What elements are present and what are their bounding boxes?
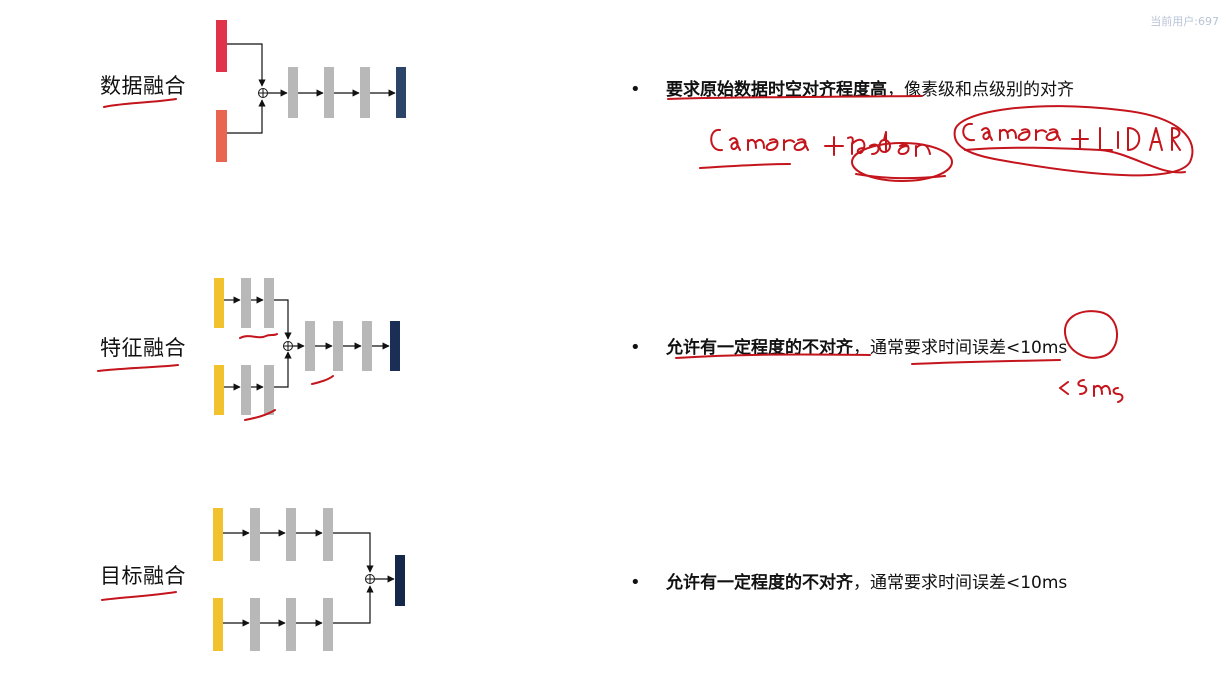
fusion-node [283, 341, 293, 351]
text-underline [667, 95, 923, 100]
connector [227, 43, 266, 87]
handwritten-annotations [97, 95, 1194, 601]
fusion-diagrams [97, 20, 1194, 651]
layer-block [360, 67, 370, 118]
output-block [395, 555, 405, 606]
output-block [390, 321, 400, 371]
layer-block [323, 508, 333, 561]
fusion-node [258, 88, 268, 98]
layer-block [250, 508, 260, 561]
text-underline [911, 359, 1061, 365]
layer-block [286, 508, 296, 561]
label-underline [103, 98, 177, 108]
connector [274, 351, 292, 388]
connector [333, 532, 374, 573]
input-block [213, 598, 223, 651]
layer-block [264, 278, 274, 328]
label-underline [101, 591, 177, 601]
connector [227, 99, 266, 134]
layer-block [305, 321, 315, 371]
layer-block [241, 365, 251, 415]
layer-block [323, 598, 333, 651]
layer-block [250, 598, 260, 651]
circle-lidar [953, 105, 1194, 177]
diagram-mark [311, 375, 334, 385]
handwriting-underline [699, 163, 791, 169]
handwriting-camera-lidar [962, 122, 1181, 151]
circle-radar [851, 142, 953, 182]
layer-block [288, 67, 298, 118]
layer-block [286, 598, 296, 651]
circle-10ms [1063, 310, 1118, 359]
layer-block [324, 67, 334, 118]
object-fusion-diagram [213, 508, 405, 651]
layer-block [362, 321, 372, 371]
diagram-mark [239, 333, 278, 339]
input-block [213, 508, 223, 561]
input-block-radar [216, 110, 227, 162]
feature-fusion-diagram [214, 278, 400, 415]
label-underline [97, 364, 179, 372]
text-underline [675, 353, 871, 359]
input-block-camera [216, 20, 227, 72]
connector [333, 585, 374, 624]
layer-block [264, 365, 274, 415]
handwriting-5ms [1059, 379, 1124, 403]
connector [274, 299, 292, 340]
output-block [396, 67, 406, 118]
layer-block [241, 278, 251, 328]
data-fusion-diagram [216, 20, 406, 162]
fusion-node [365, 574, 375, 584]
input-block [214, 365, 224, 415]
input-block [214, 278, 224, 328]
layer-block [333, 321, 343, 371]
